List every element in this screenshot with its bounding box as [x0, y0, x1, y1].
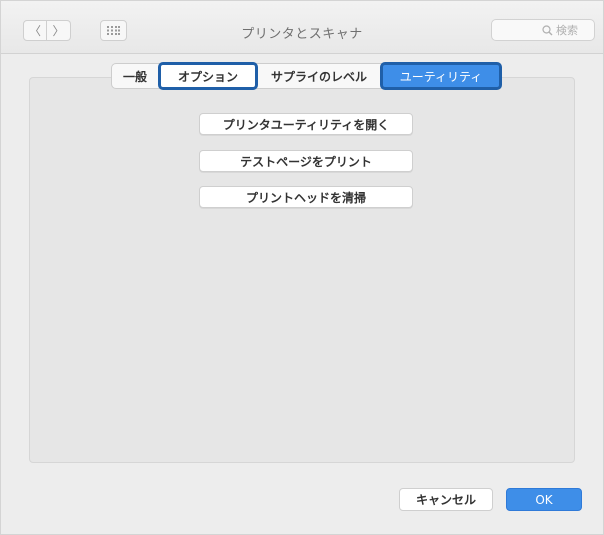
open-printer-utility-button[interactable]: プリンタユーティリティを開く — [199, 113, 413, 135]
print-test-page-button[interactable]: テストページをプリント — [199, 150, 413, 172]
clean-print-head-button[interactable]: プリントヘッドを清掃 — [199, 186, 413, 208]
tab-general[interactable]: 一般 — [112, 64, 158, 88]
tab-bar: 一般 オプション サプライのレベル ユーティリティ — [111, 62, 502, 90]
search-input[interactable] — [556, 23, 586, 37]
ok-button[interactable]: OK — [506, 488, 582, 511]
title-bar: 〈 〉 プリンタとスキャナ — [1, 1, 603, 54]
tab-utility[interactable]: ユーティリティ — [380, 62, 502, 90]
cancel-button[interactable]: キャンセル — [399, 488, 493, 511]
printer-dialog-window: 〈 〉 プリンタとスキャナ 一般 — [0, 0, 604, 535]
tab-options[interactable]: オプション — [158, 62, 258, 90]
search-field[interactable] — [491, 19, 595, 41]
tab-supply-levels[interactable]: サプライのレベル — [258, 64, 380, 88]
search-icon — [542, 24, 553, 35]
